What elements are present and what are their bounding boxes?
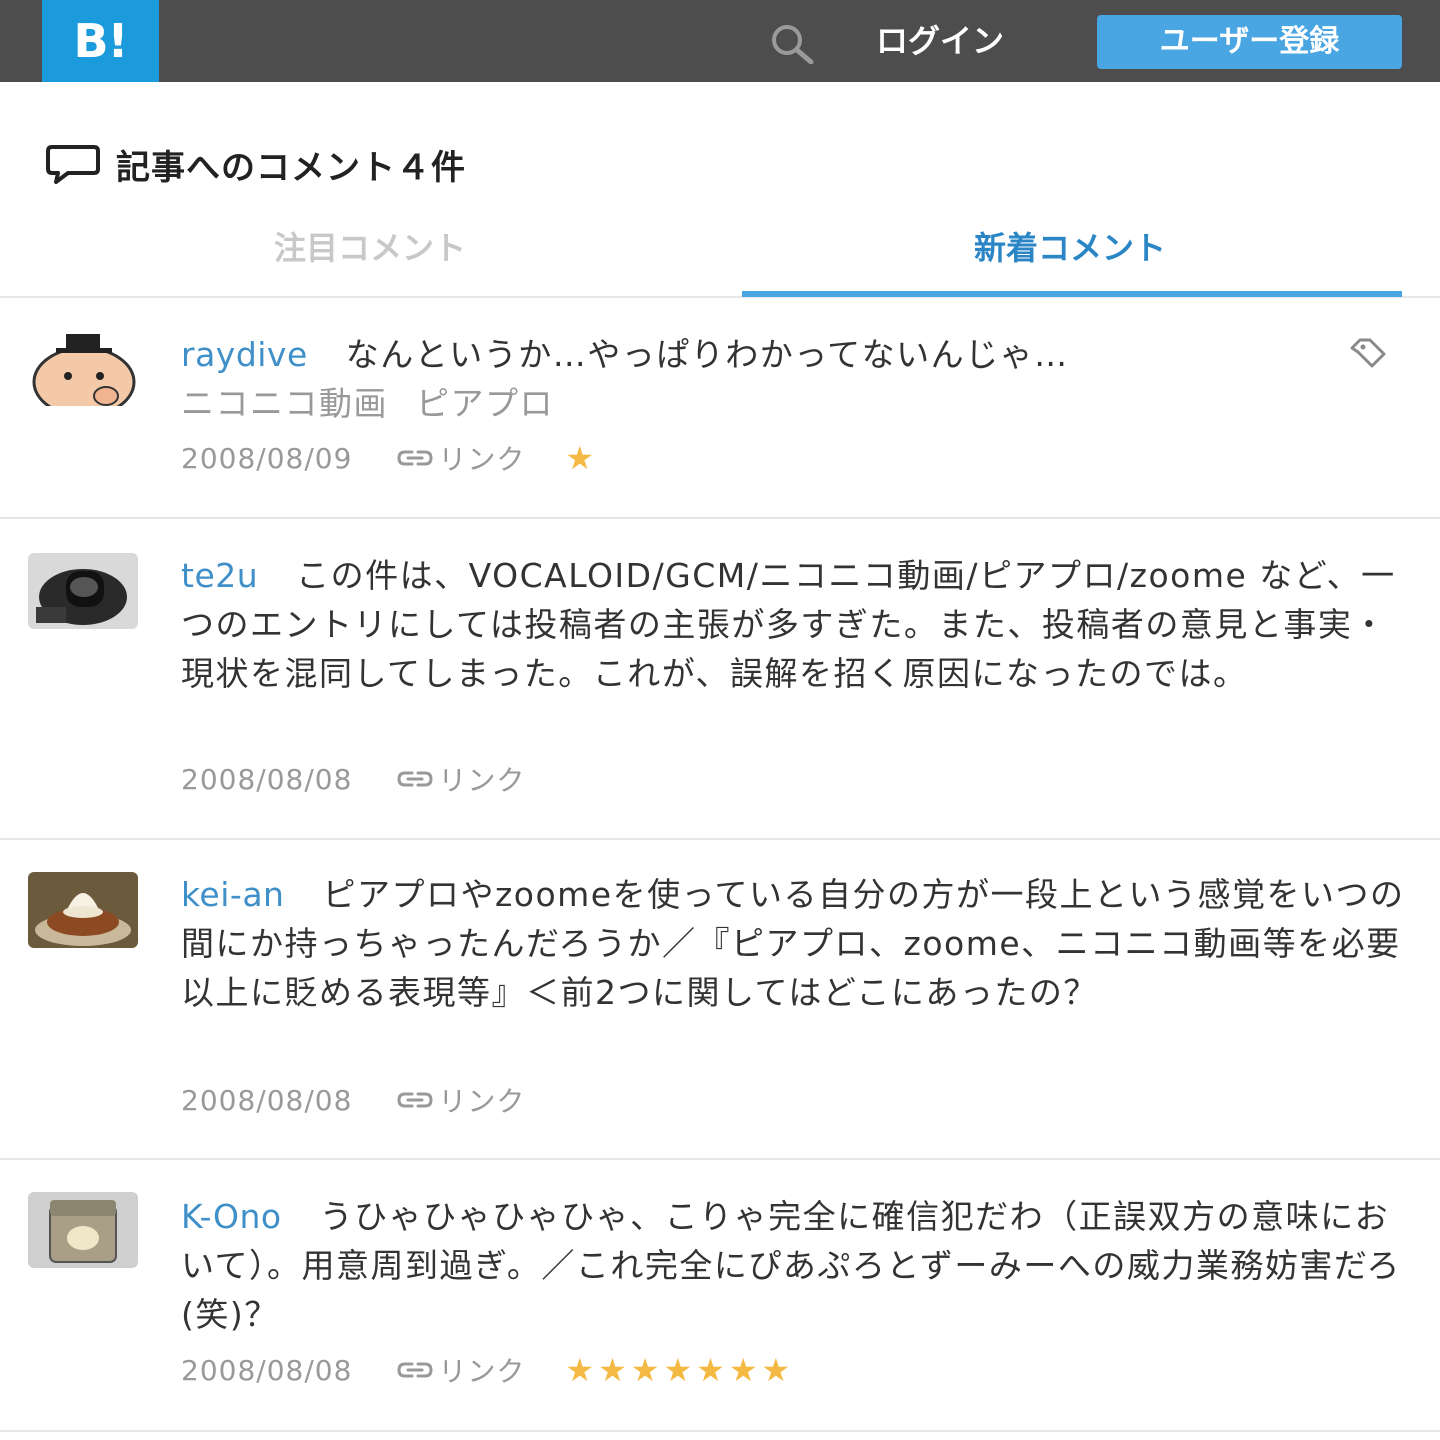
link-label: リンク: [438, 764, 526, 797]
comment-tags: ニコニコ動画 ピアプロ: [181, 379, 1417, 428]
comment-item: kei-an ピアプロやzoomeを使っている自分の方が一段上という感覚をいつの間…: [0, 840, 1440, 1160]
link-icon: [397, 771, 433, 787]
comment-item: K-Ono うひゃひゃひゃひゃ、こりゃ完全に確信犯だわ（正誤双方の意味において）。…: [0, 1160, 1440, 1432]
top-header: B! ログイン ユーザー登録: [0, 0, 1440, 82]
comments-heading: 記事へのコメント４件: [44, 138, 466, 190]
comment-date: 2008/08/08: [181, 762, 353, 796]
active-tab-indicator: [742, 291, 1402, 297]
comment-text: ピアプロやzoomeを使っている自分の方が一段上という感覚をいつの間にか持っちゃ…: [181, 875, 1405, 1012]
tab-featured-comments[interactable]: 注目コメント: [20, 220, 720, 296]
comment-text: なんというか…やっぱりわかってないんじゃ…: [345, 335, 1069, 374]
link-label: リンク: [438, 1085, 526, 1118]
hatena-bookmark-logo[interactable]: B!: [42, 0, 159, 82]
avatar[interactable]: [28, 1192, 138, 1268]
comment-username[interactable]: raydive: [181, 335, 308, 374]
comment-meta: 2008/08/08 リンク ★★★★★★★: [181, 1350, 794, 1390]
star-rating[interactable]: ★: [565, 439, 598, 477]
tag-link[interactable]: ピアプロ: [416, 384, 554, 423]
comment-body: raydive なんというか…やっぱりわかってないんじゃ… ニコニコ動画 ピアプロ: [181, 330, 1417, 428]
comment-meta: 2008/08/08 リンク: [181, 1080, 565, 1120]
permalink[interactable]: リンク: [396, 1080, 525, 1120]
tag-link[interactable]: ニコニコ動画: [181, 384, 388, 423]
permalink[interactable]: リンク: [396, 438, 525, 478]
tab-new-comments[interactable]: 新着コメント: [720, 220, 1420, 296]
permalink[interactable]: リンク: [396, 1350, 525, 1390]
speech-bubble-icon: [46, 145, 100, 184]
comment-meta: 2008/08/08 リンク: [181, 759, 565, 799]
comment-date: 2008/08/08: [181, 1083, 353, 1117]
comment-date: 2008/08/09: [181, 441, 353, 475]
comment-body: kei-an ピアプロやzoomeを使っている自分の方が一段上という感覚をいつの間…: [181, 870, 1417, 1017]
signup-button[interactable]: ユーザー登録: [1097, 15, 1402, 69]
comment-body: K-Ono うひゃひゃひゃひゃ、こりゃ完全に確信犯だわ（正誤双方の意味において）。…: [181, 1192, 1417, 1339]
comment-date: 2008/08/08: [181, 1353, 353, 1387]
comment-username[interactable]: K-Ono: [181, 1197, 282, 1236]
page-title: 記事へのコメント４件: [116, 147, 466, 188]
link-icon: [397, 450, 433, 466]
comment-username[interactable]: kei-an: [181, 875, 284, 914]
search-icon[interactable]: [765, 20, 821, 65]
avatar[interactable]: [28, 330, 138, 406]
link-label: リンク: [438, 443, 526, 476]
comment-item: te2u この件は、VOCALOID/GCM/ニコニコ動画/ピアプロ/zoome …: [0, 519, 1440, 840]
avatar[interactable]: [28, 553, 138, 629]
link-icon: [397, 1362, 433, 1378]
permalink[interactable]: リンク: [396, 759, 525, 799]
link-icon: [397, 1092, 433, 1108]
tag-icon[interactable]: [1348, 338, 1388, 368]
login-link[interactable]: ログイン: [876, 18, 1004, 64]
comment-tabs: 注目コメント 新着コメント: [0, 220, 1440, 298]
avatar[interactable]: [28, 872, 138, 948]
comment-text: この件は、VOCALOID/GCM/ニコニコ動画/ピアプロ/zoome など、一…: [181, 556, 1396, 693]
comment-username[interactable]: te2u: [181, 556, 258, 595]
comment-text: うひゃひゃひゃひゃ、こりゃ完全に確信犯だわ（正誤双方の意味において）。用意周到過…: [181, 1197, 1401, 1334]
comment-item: raydive なんというか…やっぱりわかってないんじゃ… ニコニコ動画 ピアプロ …: [0, 298, 1440, 519]
link-label: リンク: [438, 1355, 526, 1388]
star-rating[interactable]: ★★★★★★★: [565, 1351, 794, 1389]
comment-meta: 2008/08/09 リンク ★: [181, 438, 598, 478]
comment-body: te2u この件は、VOCALOID/GCM/ニコニコ動画/ピアプロ/zoome …: [181, 551, 1417, 698]
